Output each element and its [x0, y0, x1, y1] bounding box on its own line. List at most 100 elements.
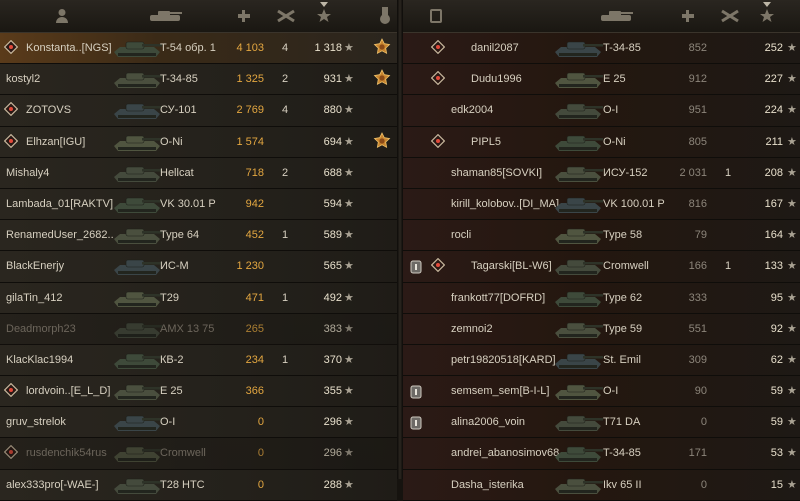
- player-name[interactable]: frankott77[DOFRD]: [451, 292, 545, 304]
- experience-value: 589: [323, 229, 342, 242]
- player-row[interactable]: gilaTin_412 T29 471 1 492 ★: [0, 282, 397, 314]
- experience-value: 15: [770, 478, 783, 491]
- tank-column-icon[interactable]: [145, 6, 185, 26]
- platoon-column-icon[interactable]: [425, 6, 447, 26]
- player-name[interactable]: rusdenchik54rus: [26, 447, 107, 459]
- tank-name: T-54 обр. 1: [160, 42, 216, 54]
- tank-silhouette-icon: [110, 98, 164, 122]
- player-name[interactable]: KlacKlac1994: [6, 354, 73, 366]
- frags-column-icon[interactable]: [719, 6, 741, 26]
- player-name[interactable]: Tagarski[BL-W6]: [471, 260, 552, 272]
- player-row[interactable]: Deadmorph23 AMX 13 75 265 383 ★: [0, 313, 397, 345]
- tank-silhouette-icon: [110, 192, 164, 216]
- player-name[interactable]: Mishaly4: [6, 167, 49, 179]
- medal-column-icon[interactable]: [376, 6, 394, 26]
- tank-name: O-I: [603, 104, 619, 117]
- player-row[interactable]: shaman85[SOVKI] ИСУ-152 2 031 1 208 ★: [403, 157, 800, 189]
- player-row[interactable]: Konstanta..[NGS] T-54 обр. 1 4 103 4 1 318 ★: [0, 33, 397, 65]
- player-row[interactable]: danil2087 T-34-85 852 252 ★: [403, 33, 800, 65]
- player-name[interactable]: RenamedUser_2682..: [6, 229, 114, 241]
- player-name[interactable]: Elhzan[IGU]: [26, 136, 85, 148]
- experience-value: 208: [764, 166, 783, 179]
- experience-value: 288: [323, 478, 342, 491]
- player-name[interactable]: kirill_kolobov..[DI_MA]: [451, 198, 559, 210]
- player-row[interactable]: andrei_abanosimov68 T-34-85 171 53 ★: [403, 438, 800, 470]
- player-row[interactable]: RenamedUser_2682.. Type 64 452 1 589 ★: [0, 220, 397, 252]
- player-name[interactable]: Lambada_01[RAKTV]: [6, 198, 113, 210]
- player-name[interactable]: BlackEnerjy: [6, 260, 64, 272]
- player-row[interactable]: gruv_strelok O-I 0 296 ★: [0, 407, 397, 439]
- tank-column-icon[interactable]: [596, 6, 636, 26]
- player-row[interactable]: kostyl2 T-34-85 1 325 2 931 ★: [0, 64, 397, 96]
- damage-value: 816: [688, 197, 707, 210]
- player-name[interactable]: ZOTOVS: [26, 104, 71, 116]
- player-row[interactable]: alina2006_voin T71 DA 0 59 ★: [403, 407, 800, 439]
- star-icon: ★: [344, 104, 354, 117]
- damage-column-icon[interactable]: [678, 6, 698, 26]
- player-row[interactable]: rusdenchik54rus Cromwell 0 296 ★: [0, 438, 397, 470]
- player-row[interactable]: rocli Type 58 79 164 ★: [403, 220, 800, 252]
- player-name[interactable]: gruv_strelok: [6, 416, 66, 428]
- player-name[interactable]: alex333pro[-WAE-]: [6, 479, 99, 491]
- tank-name: Type 64: [160, 229, 200, 242]
- player-row[interactable]: Dudu1996 E 25 912 227 ★: [403, 64, 800, 96]
- star-icon: ★: [787, 385, 797, 398]
- player-name[interactable]: semsem_sem[B-I-L]: [451, 385, 549, 397]
- player-row[interactable]: lordvoin..[E_L_D] E 25 366 355 ★: [0, 376, 397, 408]
- player-row[interactable]: BlackEnerjy ИС-М 1 230 565 ★: [0, 251, 397, 283]
- player-row[interactable]: kirill_kolobov..[DI_MA] VK 100.01 P 816 167…: [403, 188, 800, 221]
- player-row[interactable]: Elhzan[IGU] O-Ni 1 574 694 ★: [0, 126, 397, 158]
- player-name[interactable]: lordvoin..[E_L_D]: [26, 385, 110, 397]
- player-row[interactable]: Mishaly4 Hellcat 718 2 688 ★: [0, 157, 397, 189]
- player-name[interactable]: danil2087: [471, 42, 519, 54]
- tank-silhouette-icon: [551, 254, 605, 278]
- player-name[interactable]: Dasha_isterika: [451, 479, 524, 491]
- experience-column-icon-sorted[interactable]: [755, 2, 779, 26]
- damage-value: 912: [688, 73, 707, 86]
- frags-column-icon[interactable]: [275, 6, 297, 26]
- tank-silhouette-icon: [551, 98, 605, 122]
- player-name[interactable]: gilaTin_412: [6, 292, 62, 304]
- star-icon: ★: [787, 291, 797, 304]
- player-row[interactable]: zemnoi2 Type 59 551 92 ★: [403, 313, 800, 345]
- player-row[interactable]: semsem_sem[B-I-L] O-I 90 59 ★: [403, 376, 800, 408]
- platoon-badge-icon: [430, 258, 446, 273]
- player-name[interactable]: alina2006_voin: [451, 416, 525, 428]
- platoon-shield-icon: [409, 260, 423, 274]
- player-name[interactable]: petr19820518[KARD]: [451, 354, 556, 366]
- tank-name: Type 62: [603, 291, 643, 304]
- player-column-icon[interactable]: [50, 6, 74, 26]
- player-name[interactable]: andrei_abanosimov68: [451, 447, 559, 459]
- experience-value: 383: [323, 322, 342, 335]
- player-name[interactable]: shaman85[SOVKI]: [451, 167, 542, 179]
- damage-value: 166: [688, 260, 707, 273]
- player-name[interactable]: rocli: [451, 229, 471, 241]
- player-row[interactable]: frankott77[DOFRD] Type 62 333 95 ★: [403, 282, 800, 314]
- player-name[interactable]: Deadmorph23: [6, 323, 76, 335]
- damage-column-icon[interactable]: [234, 6, 254, 26]
- player-name[interactable]: Dudu1996: [471, 73, 522, 85]
- player-name[interactable]: PIPL5: [471, 136, 501, 148]
- player-row[interactable]: edk2004 O-I 951 224 ★: [403, 95, 800, 127]
- player-row[interactable]: Tagarski[BL-W6] Cromwell 166 1 133 ★: [403, 251, 800, 283]
- player-row[interactable]: petr19820518[KARD] St. Emil 309 62 ★: [403, 344, 800, 377]
- tank-silhouette-icon: [110, 254, 164, 278]
- star-icon: ★: [344, 229, 354, 242]
- player-row[interactable]: alex333pro[-WAE-] T28 HTC 0 288 ★: [0, 469, 397, 501]
- player-name[interactable]: Konstanta..[NGS]: [26, 42, 112, 54]
- tank-name: VK 30.01 P: [160, 197, 216, 210]
- experience-column-icon-sorted[interactable]: [312, 2, 336, 26]
- damage-value: 942: [245, 197, 264, 210]
- tank-name: ИС-М: [160, 260, 189, 273]
- frags-value: 4: [281, 42, 289, 54]
- player-row[interactable]: KlacKlac1994 КВ-2 234 1 370 ★: [0, 344, 397, 377]
- star-icon: ★: [787, 166, 797, 179]
- player-name[interactable]: edk2004: [451, 104, 493, 116]
- player-name[interactable]: zemnoi2: [451, 323, 493, 335]
- player-row[interactable]: ZOTOVS СУ-101 2 769 4 880 ★: [0, 95, 397, 127]
- player-row[interactable]: PIPL5 O-Ni 805 211 ★: [403, 126, 800, 158]
- player-row[interactable]: Dasha_isterika Ikv 65 II 0 15 ★: [403, 469, 800, 501]
- player-row[interactable]: Lambada_01[RAKTV] VK 30.01 P 942 594 ★: [0, 188, 397, 221]
- player-name[interactable]: kostyl2: [6, 73, 40, 85]
- tank-name: T29: [160, 291, 179, 304]
